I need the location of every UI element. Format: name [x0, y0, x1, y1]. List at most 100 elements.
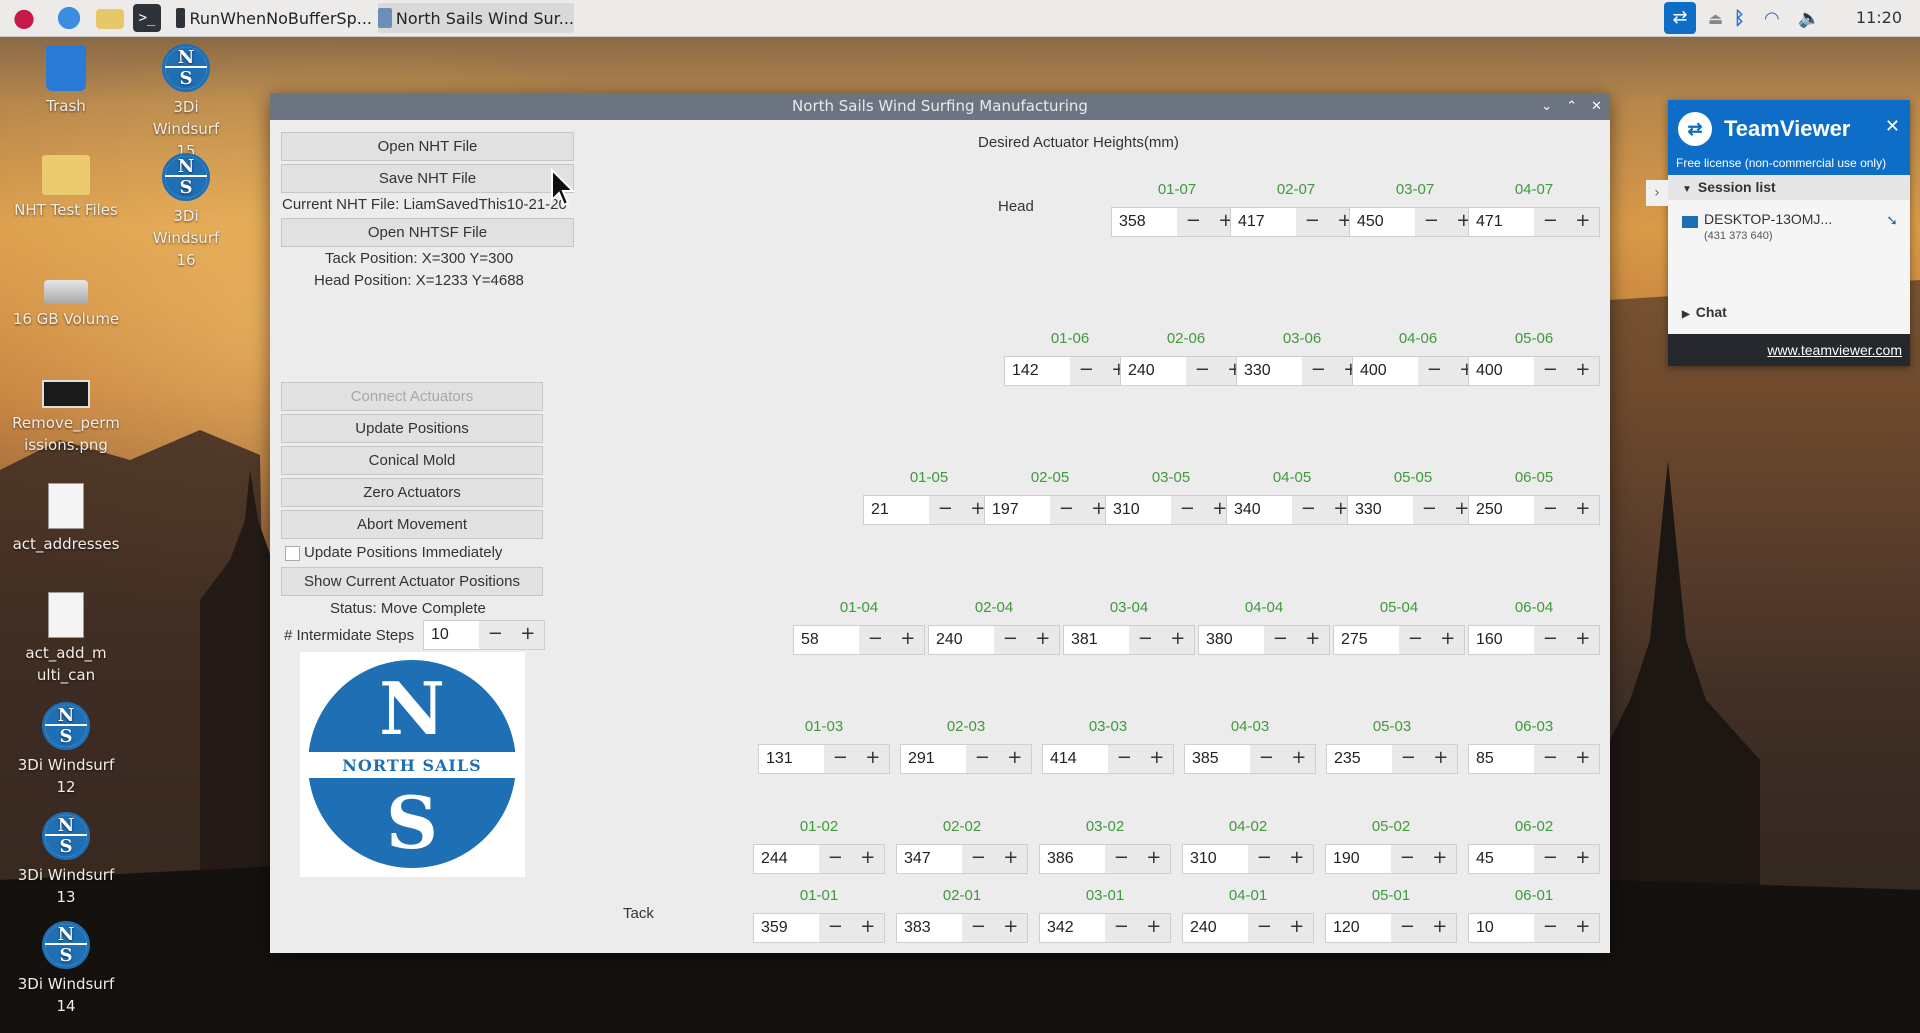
actuator-value[interactable]: 244: [754, 845, 820, 873]
plus-icon[interactable]: +: [995, 845, 1027, 873]
taskbar-task-terminal[interactable]: RunWhenNoBufferSp...: [176, 3, 372, 33]
minus-icon[interactable]: −: [1177, 208, 1209, 236]
actuator-value[interactable]: 120: [1326, 914, 1392, 942]
actuator-value[interactable]: 21: [864, 496, 930, 524]
actuator-value[interactable]: 385: [1185, 745, 1251, 773]
clock[interactable]: 11:20: [1856, 8, 1902, 27]
bluetooth-icon[interactable]: ᛒ: [1734, 8, 1764, 29]
plus-icon[interactable]: +: [852, 914, 884, 942]
plus-icon[interactable]: +: [1281, 914, 1313, 942]
plus-icon[interactable]: +: [1567, 626, 1599, 654]
plus-icon[interactable]: +: [1281, 845, 1313, 873]
plus-icon[interactable]: +: [999, 745, 1031, 773]
desktop-icon-3di-16[interactable]: NS 3Di Windsurf 16: [126, 153, 246, 271]
actuator-stepper-04-06[interactable]: 400− +: [1352, 356, 1484, 386]
update-positions-button[interactable]: Update Positions: [281, 414, 543, 443]
actuator-stepper-04-02[interactable]: 310− +: [1182, 844, 1314, 874]
minus-icon[interactable]: −: [962, 914, 994, 942]
actuator-stepper-03-01[interactable]: 342− +: [1039, 913, 1171, 943]
actuator-stepper-04-04[interactable]: 380− +: [1198, 625, 1330, 655]
plus-icon[interactable]: +: [1283, 745, 1315, 773]
connect-actuators-button[interactable]: Connect Actuators: [281, 382, 543, 411]
desktop-icon-act-addresses[interactable]: act_addresses: [6, 483, 126, 555]
actuator-stepper-06-02[interactable]: 45− +: [1468, 844, 1600, 874]
minus-icon[interactable]: −: [994, 626, 1026, 654]
desktop-icon-3di-14[interactable]: NS 3Di Windsurf 14: [6, 921, 126, 1017]
minimize-icon[interactable]: ⌄: [1541, 93, 1552, 120]
actuator-value[interactable]: 330: [1348, 496, 1414, 524]
plus-icon[interactable]: +: [1567, 496, 1599, 524]
plus-icon[interactable]: +: [1424, 914, 1456, 942]
actuator-value[interactable]: 417: [1231, 208, 1297, 236]
plus-icon[interactable]: +: [852, 845, 884, 873]
actuator-stepper-02-02[interactable]: 347− +: [896, 844, 1028, 874]
minus-icon[interactable]: −: [1413, 496, 1445, 524]
teamviewer-tray-icon[interactable]: ⇄: [1664, 2, 1696, 34]
plus-icon[interactable]: +: [892, 626, 924, 654]
wifi-icon[interactable]: ◠: [1764, 8, 1798, 29]
volume-icon[interactable]: 🔈: [1798, 8, 1828, 29]
desktop-icon-3di-12[interactable]: NS 3Di Windsurf 12: [6, 702, 126, 798]
actuator-value[interactable]: 414: [1043, 745, 1109, 773]
minus-icon[interactable]: −: [1534, 208, 1566, 236]
minus-icon[interactable]: −: [1070, 357, 1102, 385]
desktop-icon-16gb-volume[interactable]: 16 GB Volume: [6, 272, 126, 330]
plus-icon[interactable]: +: [1138, 845, 1170, 873]
actuator-stepper-05-04[interactable]: 275− +: [1333, 625, 1465, 655]
actuator-stepper-05-06[interactable]: 400− +: [1468, 356, 1600, 386]
minus-icon[interactable]: −: [819, 914, 851, 942]
actuator-value[interactable]: 471: [1469, 208, 1535, 236]
minus-icon[interactable]: −: [1534, 845, 1566, 873]
actuator-value[interactable]: 197: [985, 496, 1051, 524]
open-nhtsf-file-button[interactable]: Open NHTSF File: [281, 218, 574, 247]
minus-icon[interactable]: −: [1302, 357, 1334, 385]
plus-icon[interactable]: +: [1138, 914, 1170, 942]
minus-icon[interactable]: −: [1415, 208, 1447, 236]
actuator-stepper-02-03[interactable]: 291− +: [900, 744, 1032, 774]
actuator-stepper-06-05[interactable]: 250− +: [1468, 495, 1600, 525]
actuator-value[interactable]: 400: [1469, 357, 1535, 385]
plus-icon[interactable]: +: [512, 621, 544, 649]
desktop-icon-act-add-multi-can[interactable]: act_add_multi_can: [6, 592, 126, 686]
web-browser-icon[interactable]: [55, 4, 83, 32]
minus-icon[interactable]: −: [1534, 357, 1566, 385]
actuator-stepper-05-01[interactable]: 120− +: [1325, 913, 1457, 943]
actuator-value[interactable]: 10: [1469, 914, 1535, 942]
actuator-stepper-02-06[interactable]: 240− +: [1120, 356, 1252, 386]
minus-icon[interactable]: −: [929, 496, 961, 524]
plus-icon[interactable]: +: [1567, 845, 1599, 873]
actuator-stepper-02-07[interactable]: 417− +: [1230, 207, 1362, 237]
actuator-stepper-05-05[interactable]: 330− +: [1347, 495, 1479, 525]
minus-icon[interactable]: −: [1534, 914, 1566, 942]
actuator-value[interactable]: 450: [1350, 208, 1416, 236]
minus-icon[interactable]: −: [1248, 845, 1280, 873]
actuator-stepper-03-03[interactable]: 414− +: [1042, 744, 1174, 774]
actuator-stepper-05-02[interactable]: 190− +: [1325, 844, 1457, 874]
actuator-value[interactable]: 381: [1064, 626, 1130, 654]
minus-icon[interactable]: −: [1399, 626, 1431, 654]
actuator-stepper-01-05[interactable]: 21− +: [863, 495, 995, 525]
actuator-value[interactable]: 380: [1199, 626, 1265, 654]
show-current-positions-button[interactable]: Show Current Actuator Positions: [281, 567, 543, 596]
close-icon[interactable]: ✕: [1591, 93, 1602, 120]
actuator-stepper-01-01[interactable]: 359− +: [753, 913, 885, 943]
actuator-stepper-03-02[interactable]: 386− +: [1039, 844, 1171, 874]
plus-icon[interactable]: +: [1432, 626, 1464, 654]
minus-icon[interactable]: −: [966, 745, 998, 773]
desktop-icon-nht-test-files[interactable]: NHT Test Files: [6, 155, 126, 221]
minus-icon[interactable]: −: [1392, 745, 1424, 773]
minus-icon[interactable]: −: [1105, 845, 1137, 873]
actuator-value[interactable]: 358: [1112, 208, 1178, 236]
minus-icon[interactable]: −: [1248, 914, 1280, 942]
actuator-stepper-03-07[interactable]: 450− +: [1349, 207, 1481, 237]
actuator-value[interactable]: 347: [897, 845, 963, 873]
minus-icon[interactable]: −: [1292, 496, 1324, 524]
raspberry-menu-icon[interactable]: [10, 4, 38, 32]
desktop-icon-remove-permissions[interactable]: Remove_permissions.png: [6, 380, 126, 456]
actuator-stepper-04-03[interactable]: 385− +: [1184, 744, 1316, 774]
update-immediately-label[interactable]: Update Positions Immediately: [304, 544, 502, 561]
save-nht-file-button[interactable]: Save NHT File: [281, 164, 574, 193]
actuator-stepper-06-03[interactable]: 85− +: [1468, 744, 1600, 774]
close-icon[interactable]: ✕: [1885, 116, 1900, 137]
actuator-value[interactable]: 235: [1327, 745, 1393, 773]
